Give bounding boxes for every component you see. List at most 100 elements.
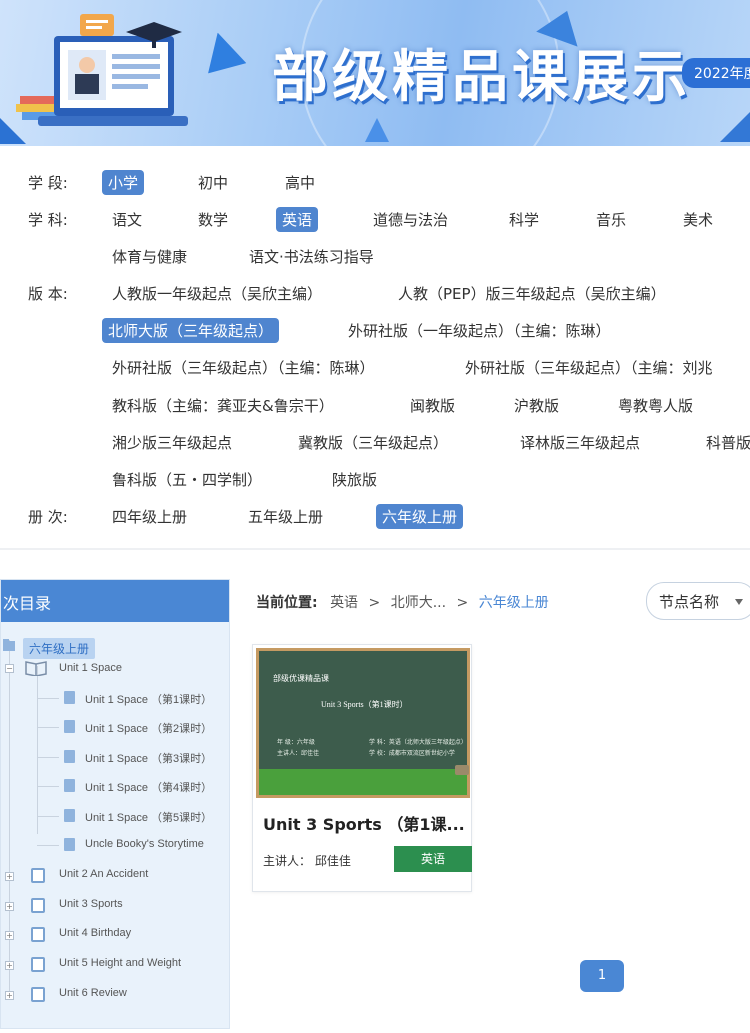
subject-option-calligraphy[interactable]: 语文·书法练习指导 (243, 244, 380, 269)
thumb-line: 学 校：成都市双流区新世纪小学 (369, 750, 455, 757)
unit-icon (31, 898, 45, 913)
course-card[interactable]: 部级优课精品课 Unit 3 Sports（第1课时） 年 级：六年级 主讲人：… (252, 644, 472, 892)
tree-lesson[interactable]: Uncle Booky's Storytime (85, 838, 204, 850)
document-icon (64, 809, 75, 822)
tree-lesson[interactable]: Unit 1 Space （第3课时） (85, 750, 212, 766)
breadcrumb: 当前位置: 英语 > 北师大... > 六年级上册 (256, 592, 549, 612)
sidebar-title: 次目录 (1, 580, 229, 622)
tree-unit-1[interactable]: Unit 1 Space (59, 662, 122, 674)
subject-option-science[interactable]: 科学 (503, 207, 545, 232)
tree-line (9, 640, 10, 1000)
document-icon (64, 750, 75, 763)
unit-icon (31, 927, 45, 942)
expand-toggle[interactable]: + (5, 991, 14, 1000)
catalog-sidebar: 次目录 六年级上册 − Unit 1 Space Unit 1 Space （第… (0, 579, 230, 1029)
edition-option[interactable]: 陕旅版 (326, 467, 383, 492)
breadcrumb-item[interactable]: 北师大... (391, 595, 446, 611)
tree-unit-3[interactable]: Unit 3 Sports (59, 898, 123, 910)
open-book-icon (25, 661, 47, 676)
edition-option[interactable]: 人教（PEP）版三年级起点（吴欣主编） (392, 281, 672, 306)
stage-option-primary[interactable]: 小学 (102, 170, 145, 195)
subject-option-english[interactable]: 英语 (276, 207, 319, 232)
expand-toggle[interactable]: + (5, 902, 14, 911)
edition-option[interactable]: 沪教版 (508, 393, 565, 418)
subject-option-math[interactable]: 数学 (192, 207, 234, 232)
edition-option[interactable]: 人教版一年级起点（吴欣主编） (106, 281, 328, 306)
edition-option[interactable]: 科普版 (700, 430, 750, 455)
volume-label: 册 次: (28, 508, 68, 526)
edition-option-selected[interactable]: 北师大版（三年级起点） (102, 318, 280, 343)
edition-option[interactable]: 湘少版三年级起点 (106, 430, 238, 455)
expand-toggle[interactable]: + (5, 872, 14, 881)
subject-tag: 英语 (394, 846, 472, 872)
subject-option-chinese[interactable]: 语文 (106, 207, 148, 232)
document-icon (64, 691, 75, 704)
folder-icon (3, 639, 15, 651)
edition-option[interactable]: 粤教粤人版 (612, 393, 699, 418)
node-name-dropdown[interactable]: 节点名称 (646, 582, 750, 620)
course-thumbnail[interactable]: 部级优课精品课 Unit 3 Sports（第1课时） 年 级：六年级 主讲人：… (256, 648, 470, 798)
eraser-icon (455, 765, 469, 775)
tree-line (37, 816, 59, 817)
tree-unit-6[interactable]: Unit 6 Review (59, 987, 127, 999)
banner-title: 部级精品课展示 (272, 45, 692, 110)
subject-option-morality[interactable]: 道德与法治 (367, 207, 454, 232)
tree-unit-4[interactable]: Unit 4 Birthday (59, 927, 131, 939)
volume-option[interactable]: 五年级上册 (242, 504, 329, 529)
unit-icon (31, 868, 45, 883)
expand-toggle[interactable]: + (5, 931, 14, 940)
subject-option-art[interactable]: 美术 (677, 207, 719, 232)
tree-line (37, 786, 59, 787)
unit-icon (31, 957, 45, 972)
node-select-value: 节点名称 (659, 593, 720, 611)
edition-option[interactable]: 闽教版 (404, 393, 461, 418)
thumb-line: 主讲人：邱佳佳 (277, 750, 320, 757)
subject-label: 学 科: (28, 211, 68, 229)
breadcrumb-current[interactable]: 六年级上册 (479, 595, 549, 611)
edition-option[interactable]: 教科版（主编：龚亚夫&鲁宗干） (106, 393, 340, 418)
page-button-current[interactable]: 1 (580, 960, 624, 992)
chalkboard-ledge (259, 769, 467, 795)
volume-option[interactable]: 四年级上册 (106, 504, 193, 529)
course-title[interactable]: Unit 3 Sports （第1课... (263, 811, 465, 835)
volume-option-selected[interactable]: 六年级上册 (376, 504, 464, 529)
tree-lesson[interactable]: Unit 1 Space （第5课时） (85, 809, 212, 825)
tree-lesson[interactable]: Unit 1 Space （第4课时） (85, 779, 212, 795)
thumb-line: 学 科：英语（北师大版三年级起点） (369, 739, 467, 746)
course-speaker: 主讲人： 邱佳佳 (263, 854, 351, 868)
edition-option[interactable]: 外研社版（三年级起点）（主编：刘兆 (459, 355, 719, 380)
chevron-down-icon (735, 599, 743, 605)
tree-line (37, 757, 59, 758)
tree-lesson[interactable]: Unit 1 Space （第1课时） (85, 691, 212, 707)
thumb-header: 部级优课精品课 (273, 674, 329, 683)
edition-option[interactable]: 外研社版（三年级起点）（主编：陈琳） (106, 355, 381, 380)
breadcrumb-separator: > (368, 595, 381, 611)
breadcrumb-label: 当前位置: (256, 595, 318, 611)
tree-line (37, 698, 59, 699)
edition-option[interactable]: 冀教版（三年级起点） (292, 430, 454, 455)
section-divider (0, 548, 750, 550)
document-icon (64, 779, 75, 792)
edition-option[interactable]: 鲁科版（五・四学制） (106, 467, 268, 492)
expand-toggle[interactable]: + (5, 961, 14, 970)
tree-line (37, 845, 59, 846)
edition-option[interactable]: 外研社版（一年级起点）（主编：陈琳） (342, 318, 617, 343)
banner-corner (720, 112, 750, 142)
tree-line (37, 666, 38, 834)
breadcrumb-separator: > (456, 595, 469, 611)
breadcrumb-item[interactable]: 英语 (330, 595, 358, 611)
tree-unit-5[interactable]: Unit 5 Height and Weight (59, 957, 181, 969)
stage-option-senior[interactable]: 高中 (279, 170, 321, 195)
tree-unit-2[interactable]: Unit 2 An Accident (59, 868, 148, 880)
collapse-toggle[interactable]: − (5, 664, 14, 673)
banner: 部级精品课展示 2022年度 (0, 0, 750, 146)
tree-root[interactable]: 六年级上册 (23, 638, 96, 659)
stage-option-junior[interactable]: 初中 (192, 170, 234, 195)
tree-lesson[interactable]: Unit 1 Space （第2课时） (85, 720, 212, 736)
edition-option[interactable]: 译林版三年级起点 (514, 430, 646, 455)
subject-option-pe[interactable]: 体育与健康 (106, 244, 193, 269)
subject-option-music[interactable]: 音乐 (590, 207, 632, 232)
unit-icon (31, 987, 45, 1002)
banner-year-badge: 2022年度 (682, 58, 750, 88)
computer-illustration-icon (16, 14, 188, 126)
